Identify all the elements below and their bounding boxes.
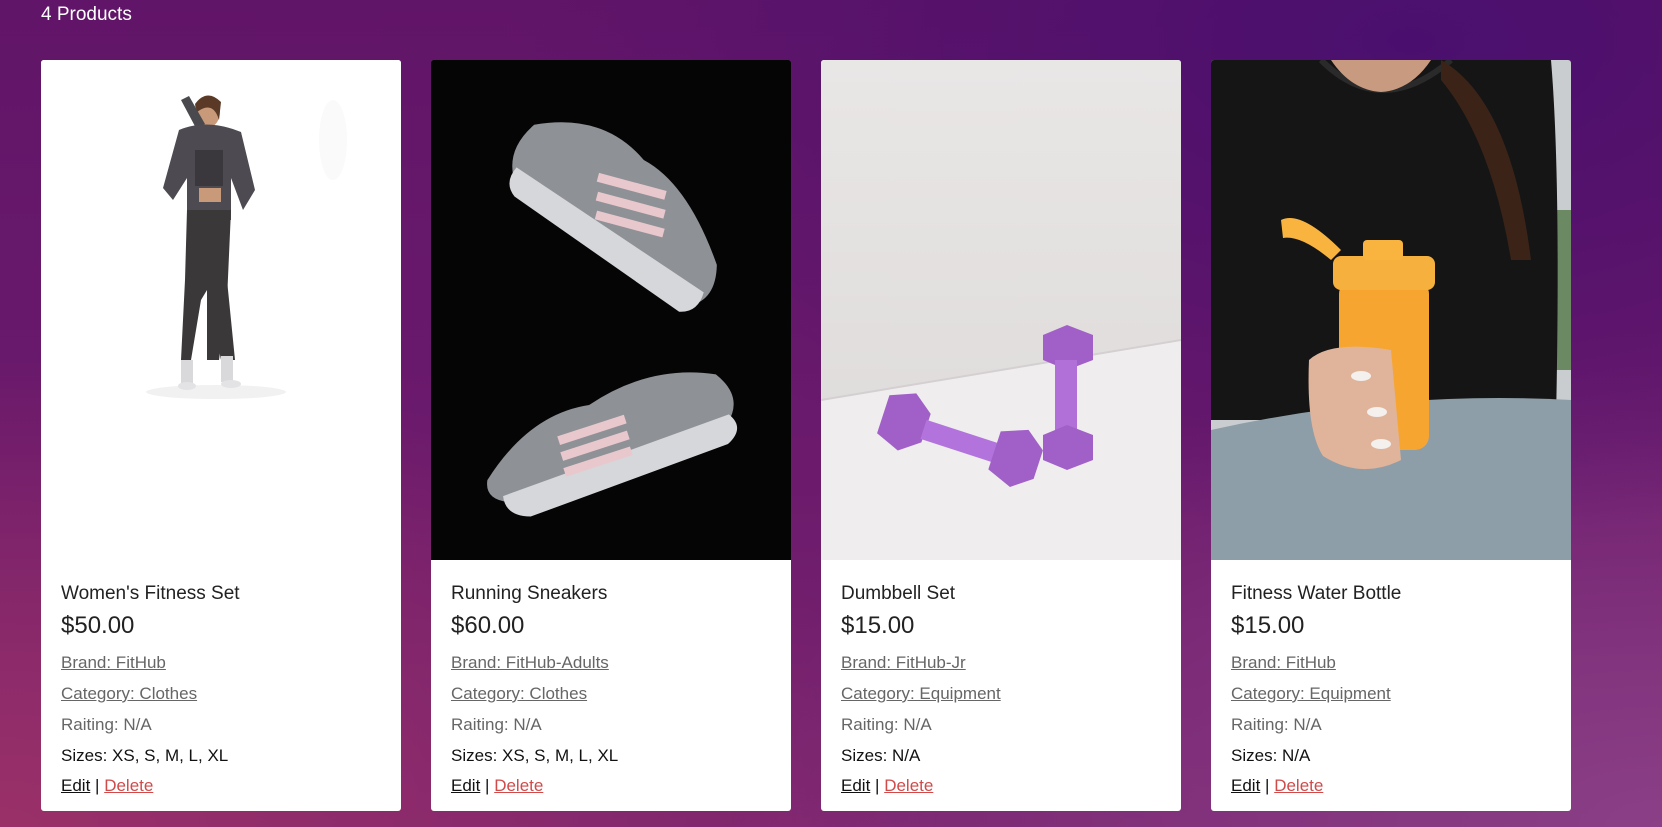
grey-sneakers-photo bbox=[431, 60, 791, 560]
edit-link[interactable]: Edit bbox=[1231, 776, 1260, 795]
product-rating: Raiting: N/A bbox=[451, 715, 542, 734]
product-rating: Raiting: N/A bbox=[61, 715, 152, 734]
product-price: $50.00 bbox=[61, 612, 135, 639]
product-card: Fitness Water Bottle $15.00 Brand: FitHu… bbox=[1211, 60, 1571, 811]
delete-link[interactable]: Delete bbox=[494, 776, 543, 795]
product-category-link[interactable]: Category: Equipment bbox=[841, 678, 1161, 709]
sizes-label: Sizes: bbox=[451, 746, 498, 765]
sizes-label: Sizes: bbox=[1231, 746, 1278, 765]
product-name: Fitness Water Bottle bbox=[1231, 583, 1402, 604]
action-separator: | bbox=[1265, 776, 1270, 795]
sizes-value: XS, S, M, L, XL bbox=[112, 746, 229, 765]
sizes-value: XS, S, M, L, XL bbox=[502, 746, 619, 765]
product-actions: Edit | Delete bbox=[1231, 771, 1551, 800]
product-category-link[interactable]: Category: Equipment bbox=[1231, 678, 1551, 709]
woman-fitness-outfit-photo bbox=[41, 60, 401, 560]
product-image[interactable] bbox=[41, 60, 401, 560]
product-name: Running Sneakers bbox=[451, 583, 608, 604]
action-separator: | bbox=[485, 776, 490, 795]
product-price: $15.00 bbox=[1231, 612, 1305, 639]
delete-link[interactable]: Delete bbox=[884, 776, 933, 795]
product-actions: Edit | Delete bbox=[61, 771, 381, 800]
product-actions: Edit | Delete bbox=[451, 771, 771, 800]
product-brand-link[interactable]: Brand: FitHub-Jr bbox=[841, 647, 1161, 678]
product-name: Women's Fitness Set bbox=[61, 583, 240, 604]
product-category-link[interactable]: Category: Clothes bbox=[451, 678, 771, 709]
edit-link[interactable]: Edit bbox=[61, 776, 90, 795]
product-card: Women's Fitness Set $50.00 Brand: FitHub… bbox=[41, 60, 401, 811]
product-sizes: Sizes: N/A bbox=[1231, 740, 1551, 771]
product-card: Dumbbell Set $15.00 Brand: FitHub-Jr Cat… bbox=[821, 60, 1181, 811]
product-count: 4 Products bbox=[41, 4, 132, 25]
product-brand-link[interactable]: Brand: FitHub-Adults bbox=[451, 647, 771, 678]
product-price: $15.00 bbox=[841, 612, 915, 639]
delete-link[interactable]: Delete bbox=[104, 776, 153, 795]
product-sizes: Sizes: XS, S, M, L, XL bbox=[451, 740, 771, 771]
sizes-label: Sizes: bbox=[61, 746, 108, 765]
product-sizes: Sizes: N/A bbox=[841, 740, 1161, 771]
product-card: Running Sneakers $60.00 Brand: FitHub-Ad… bbox=[431, 60, 791, 811]
edit-link[interactable]: Edit bbox=[451, 776, 480, 795]
product-category-link[interactable]: Category: Clothes bbox=[61, 678, 381, 709]
edit-link[interactable]: Edit bbox=[841, 776, 870, 795]
product-rating: Raiting: N/A bbox=[1231, 715, 1322, 734]
orange-shaker-bottle-photo bbox=[1211, 60, 1571, 560]
sizes-value: N/A bbox=[1282, 746, 1311, 765]
product-brand-link[interactable]: Brand: FitHub bbox=[61, 647, 381, 678]
delete-link[interactable]: Delete bbox=[1274, 776, 1323, 795]
product-price: $60.00 bbox=[451, 612, 525, 639]
purple-dumbbells-photo bbox=[821, 60, 1181, 560]
product-brand-link[interactable]: Brand: FitHub bbox=[1231, 647, 1551, 678]
sizes-label: Sizes: bbox=[841, 746, 888, 765]
action-separator: | bbox=[95, 776, 100, 795]
product-actions: Edit | Delete bbox=[841, 771, 1161, 800]
product-name: Dumbbell Set bbox=[841, 583, 956, 604]
action-separator: | bbox=[875, 776, 880, 795]
product-image[interactable] bbox=[821, 60, 1181, 560]
product-grid: Women's Fitness Set $50.00 Brand: FitHub… bbox=[41, 60, 1571, 811]
product-sizes: Sizes: XS, S, M, L, XL bbox=[61, 740, 381, 771]
product-image[interactable] bbox=[1211, 60, 1571, 560]
product-image[interactable] bbox=[431, 60, 791, 560]
sizes-value: N/A bbox=[892, 746, 921, 765]
product-rating: Raiting: N/A bbox=[841, 715, 932, 734]
